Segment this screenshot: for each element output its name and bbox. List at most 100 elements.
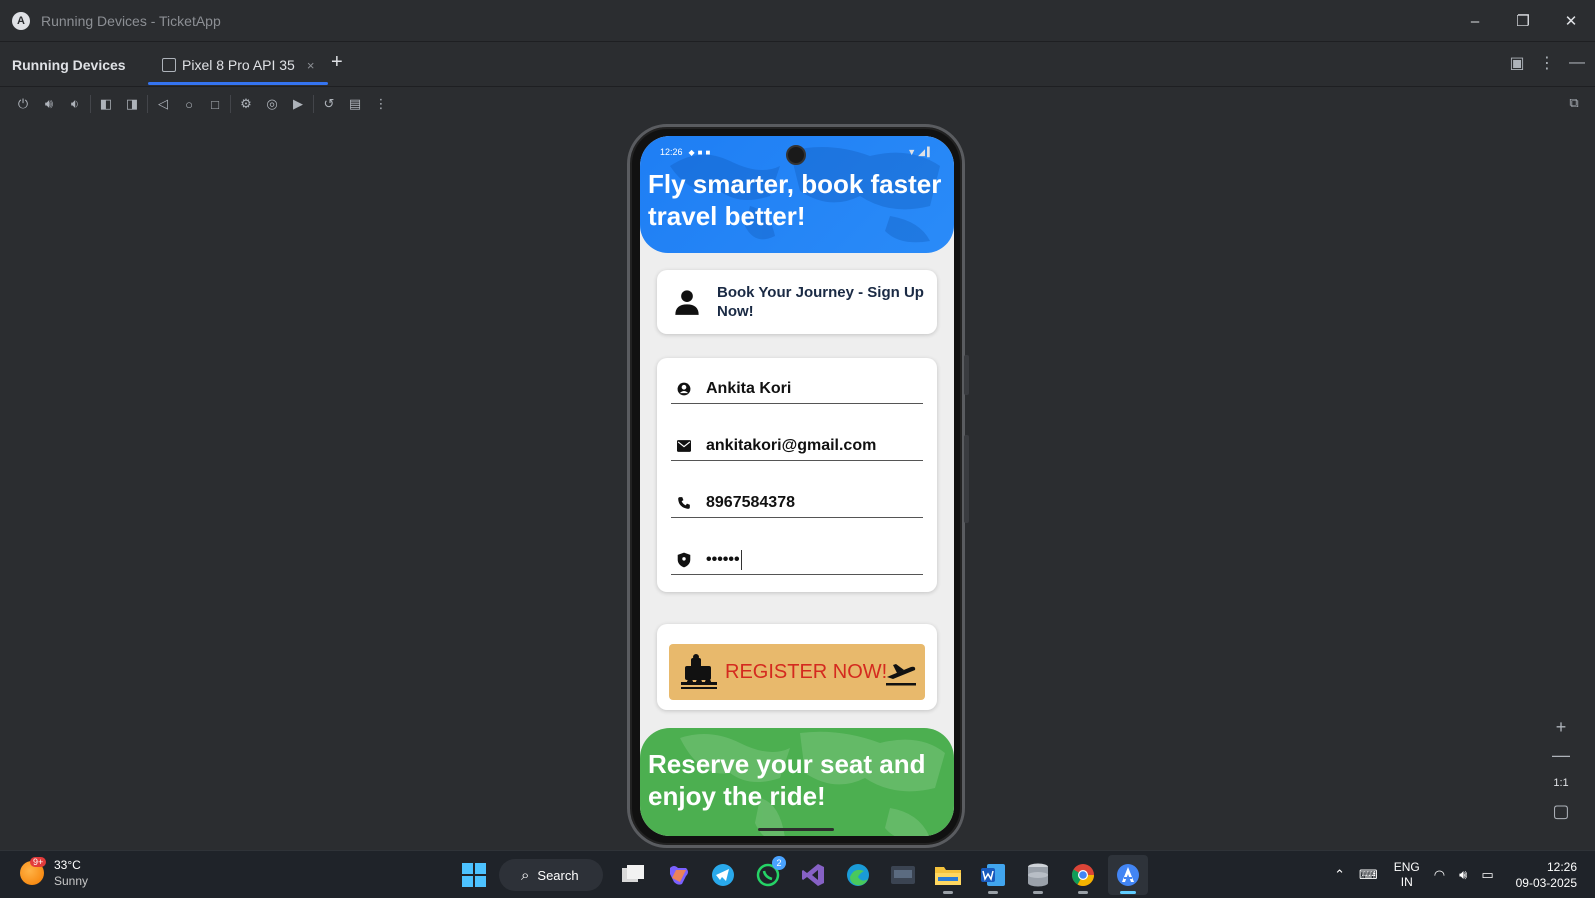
email-value: ankitakori@gmail.com — [706, 436, 877, 454]
actual-size-button[interactable]: 1:1 — [1553, 772, 1568, 794]
sun-icon: 9+ — [20, 857, 47, 885]
android-studio-logo-icon: A — [12, 11, 30, 30]
screen-record-icon[interactable]: ▶ — [285, 92, 311, 116]
search-icon: ⌕ — [521, 866, 530, 884]
taskbar-search[interactable]: ⌕ Search — [499, 859, 603, 891]
file-explorer-icon[interactable] — [928, 855, 968, 895]
more-options-icon[interactable]: ⋮ — [1539, 53, 1555, 73]
device-settings-icon[interactable]: ⚙ — [233, 92, 259, 116]
weather-widget[interactable]: 9+ 33°C Sunny — [20, 857, 88, 889]
phone-icon — [676, 495, 692, 511]
chrome-icon[interactable] — [1063, 855, 1103, 895]
register-button[interactable]: REGISTER NOW! — [669, 644, 925, 700]
taskbar-apps: ⌕ Search 2 — [454, 855, 1153, 895]
device-mirroring-icon[interactable]: ⧉ — [1565, 94, 1583, 112]
name-field[interactable]: Ankita Kori — [671, 374, 923, 404]
visual-studio-icon[interactable] — [793, 855, 833, 895]
speaker-icon[interactable]: 🔊︎ — [1459, 867, 1467, 883]
gesture-navigation-bar[interactable] — [758, 828, 834, 831]
volume-down-icon[interactable]: 🔉︎ — [62, 92, 88, 116]
more-tools-icon[interactable]: ⋮ — [368, 92, 394, 116]
zoom-in-icon[interactable]: + — [1556, 716, 1567, 738]
toolbar-divider — [313, 95, 314, 113]
phone-field[interactable]: 8967584378 — [671, 488, 923, 518]
zoom-out-icon[interactable]: — — [1552, 744, 1570, 766]
android-studio-icon[interactable] — [1108, 855, 1148, 895]
active-indicator — [1120, 891, 1136, 894]
status-time: 12:26 — [660, 147, 683, 157]
signup-header-card: Book Your Journey - Sign Up Now! — [657, 270, 937, 334]
weather-badge: 9+ — [30, 857, 47, 867]
zoom-controls: + — 1:1 ▢ — [1546, 716, 1576, 822]
language-indicator[interactable]: ENG IN — [1394, 860, 1420, 890]
power-icon[interactable]: ⏻ — [10, 92, 36, 116]
fit-screen-icon[interactable]: ▢ — [1552, 800, 1569, 822]
clock[interactable]: 12:26 09-03-2025 — [1516, 859, 1577, 891]
restore-icon[interactable]: ❐ — [1499, 0, 1547, 42]
shield-icon — [676, 552, 692, 568]
header-actions: ▣ ⋮ — — [1509, 53, 1585, 73]
flight-takeoff-icon — [886, 664, 916, 686]
chevron-up-icon[interactable]: ⌃ — [1334, 867, 1345, 883]
add-device-icon[interactable]: + — [331, 51, 343, 74]
registration-form: Ankita Kori ankitakori@gmail.com 8967584… — [657, 358, 937, 592]
email-field[interactable]: ankitakori@gmail.com — [671, 431, 923, 461]
running-indicator — [1078, 891, 1088, 894]
clock-date: 09-03-2025 — [1515, 876, 1577, 890]
hero-banner: 12:26 ◆■■ ▼◢▍ Fly smarter, book faster t… — [640, 136, 954, 253]
weather-text: 33°C Sunny — [54, 857, 88, 889]
hide-panel-icon[interactable]: — — [1569, 53, 1585, 73]
panel-title: Running Devices — [12, 56, 126, 73]
minimize-icon[interactable]: – — [1451, 0, 1499, 42]
footer-title: Reserve your seat and enjoy the ride! — [648, 749, 926, 811]
running-indicator — [1033, 891, 1043, 894]
password-field[interactable]: •••••• — [671, 545, 923, 575]
back-icon[interactable]: ◁ — [150, 92, 176, 116]
screenshot-icon[interactable]: ◎ — [259, 92, 285, 116]
telegram-icon[interactable] — [703, 855, 743, 895]
copilot-icon[interactable] — [658, 855, 698, 895]
tab-pixel-8-pro[interactable]: Pixel 8 Pro API 35 × — [148, 43, 328, 87]
phone-value: 8967584378 — [706, 493, 795, 511]
volume-up-icon[interactable]: 🔊︎ — [36, 92, 62, 116]
running-indicator — [988, 891, 998, 894]
account-circle-icon — [676, 381, 692, 397]
snapshot-icon[interactable]: ↺ — [316, 92, 342, 116]
word-icon[interactable] — [973, 855, 1013, 895]
running-indicator — [943, 891, 953, 894]
active-tab-indicator — [148, 82, 328, 85]
search-label: Search — [537, 867, 579, 883]
password-value: •••••• — [706, 549, 743, 570]
overview-icon[interactable]: □ — [202, 92, 228, 116]
window-title: Running Devices - TicketApp — [41, 12, 221, 29]
windows-logo-icon — [462, 863, 486, 887]
register-card: REGISTER NOW! — [657, 624, 937, 710]
rotate-right-icon[interactable]: ◨ — [119, 92, 145, 116]
whatsapp-icon[interactable]: 2 — [748, 855, 788, 895]
device-icon — [162, 58, 176, 72]
media-app-icon[interactable] — [883, 855, 923, 895]
windows-taskbar: 9+ 33°C Sunny ⌕ Search 2 ⌃ ⌨ ENG IN ◠ 🔊︎… — [0, 850, 1595, 898]
battery-icon[interactable]: ▭ — [1481, 867, 1493, 883]
keyboard-icon[interactable]: ⌨ — [1359, 867, 1378, 883]
title-bar: A Running Devices - TicketApp – ❐ ✕ — [0, 0, 1595, 42]
close-window-icon[interactable]: ✕ — [1547, 0, 1595, 42]
toolbar-divider — [147, 95, 148, 113]
person-icon — [675, 290, 699, 315]
device-screen[interactable]: 12:26 ◆■■ ▼◢▍ Fly smarter, book faster t… — [640, 136, 954, 836]
database-icon[interactable] — [1018, 855, 1058, 895]
wifi-icon[interactable]: ◠ — [1434, 867, 1445, 883]
home-icon[interactable]: ○ — [176, 92, 202, 116]
device-toolbar: ⏻ 🔊︎ 🔉︎ ◧ ◨ ◁ ○ □ ⚙ ◎ ▶ ↺ ▤ ⋮ — [10, 92, 394, 116]
signup-heading: Book Your Journey - Sign Up Now! — [717, 284, 924, 320]
tab-close-icon[interactable]: × — [307, 58, 315, 73]
task-view-icon[interactable] — [613, 855, 653, 895]
name-value: Ankita Kori — [706, 379, 792, 397]
extended-controls-icon[interactable]: ▤ — [342, 92, 368, 116]
text-cursor — [740, 549, 743, 570]
rotate-left-icon[interactable]: ◧ — [93, 92, 119, 116]
train-icon — [681, 654, 717, 689]
start-button[interactable] — [454, 855, 494, 895]
dock-icon[interactable]: ▣ — [1509, 53, 1525, 73]
edge-icon[interactable] — [838, 855, 878, 895]
